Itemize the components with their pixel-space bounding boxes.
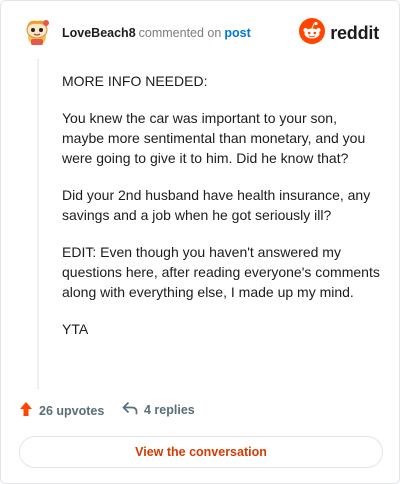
comment-paragraph: MORE INFO NEEDED: [62,73,208,89]
commented-on-label: commented on [138,26,222,40]
comment-actions: 26 upvotes 4 replies [19,401,379,423]
reddit-wordmark: reddit [330,22,379,43]
post-link[interactable]: post [224,26,250,40]
reddit-snoo-icon [299,17,326,49]
reply-count: 4 replies [144,402,195,417]
replies-button[interactable]: 4 replies [122,401,195,418]
view-conversation-button[interactable]: View the conversation [19,436,383,468]
embedded-comment-card: LoveBeach8 commented on post reddit MORE… [0,0,400,484]
comment-paragraph: You knew the car was important to your s… [62,110,366,166]
snoo-avatar-icon[interactable] [21,16,53,48]
comment-header: LoveBeach8 commented on post reddit [21,16,379,52]
comment-paragraph: EDIT: Even though you haven't answered m… [62,244,380,300]
upvote-count: 26 upvotes [39,403,105,418]
username-link[interactable]: LoveBeach8 [62,26,136,40]
upvote-button[interactable]: 26 upvotes [19,401,104,420]
reddit-logo[interactable]: reddit [299,17,379,49]
comment-body: MORE INFO NEEDED: You knew the car was i… [62,71,382,356]
reply-arrow-icon [122,401,144,418]
upvote-arrow-icon [19,401,39,420]
comment-paragraph: Did your 2nd husband have health insuran… [62,187,371,223]
thread-line [37,59,39,389]
comment-paragraph: YTA [62,321,89,337]
view-conversation-label: View the conversation [135,445,267,459]
comment-meta: LoveBeach8 commented on post [62,26,251,40]
